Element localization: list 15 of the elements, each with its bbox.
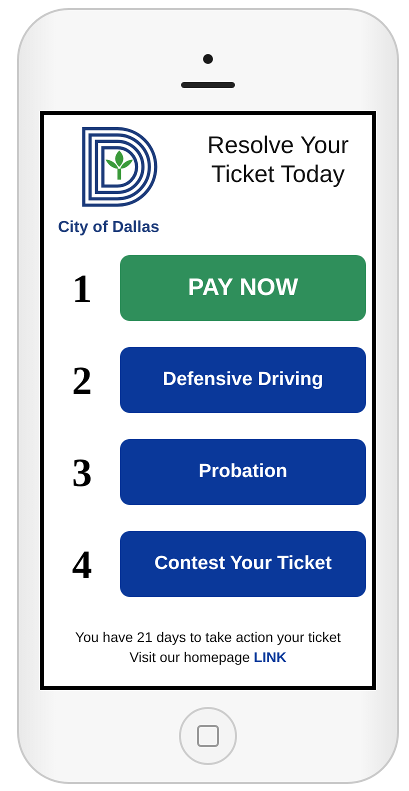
action-button[interactable]: Defensive Driving — [120, 347, 366, 413]
step-number: 4 — [71, 540, 93, 588]
speaker-icon — [181, 82, 235, 88]
camera-icon — [203, 54, 213, 64]
homepage-link[interactable]: LINK — [254, 649, 286, 665]
notice-text: You have 21 days to take action your ticket — [74, 628, 342, 647]
page-title: Resolve Your Ticket Today — [206, 131, 350, 190]
action-button[interactable]: Probation — [120, 439, 366, 505]
action-button[interactable]: Contest Your Ticket — [120, 531, 366, 597]
step-number: 2 — [71, 356, 93, 404]
step-number: 3 — [71, 448, 93, 496]
logo-caption: City of Dallas — [58, 219, 160, 237]
step-number: 1 — [71, 264, 93, 312]
homepage-text: Visit our homepage — [130, 649, 250, 665]
action-button[interactable]: PAY NOW — [120, 255, 366, 321]
